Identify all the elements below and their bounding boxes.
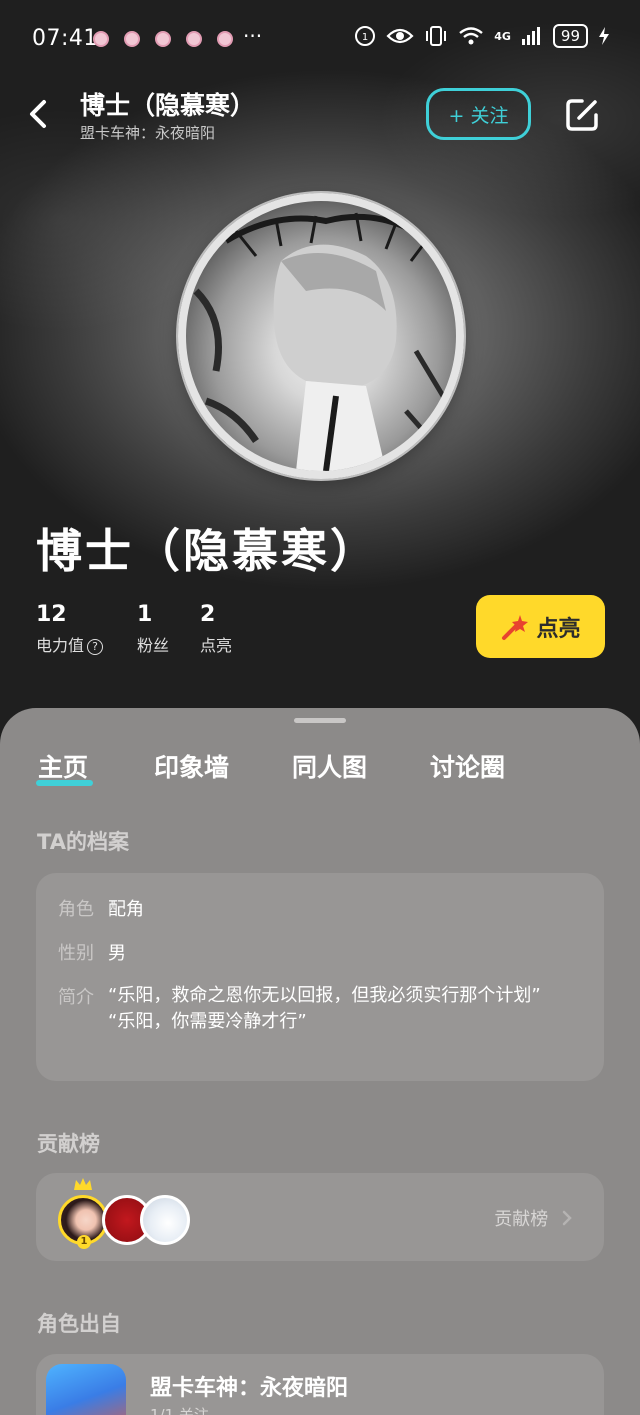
- gender-key: 性别: [58, 943, 94, 964]
- role-key: 角色: [58, 899, 94, 920]
- character-avatar[interactable]: [178, 193, 464, 479]
- content-sheet: 主页 印象墙 同人图 讨论圈 TA的档案 角色 配角 性别男 简介 “乐阳，救命之…: [0, 708, 640, 1415]
- stat-power[interactable]: 电力值?: [36, 632, 104, 656]
- game-icon: [46, 1364, 126, 1415]
- light-up-button[interactable]: 点亮: [476, 595, 605, 658]
- tab-home[interactable]: 主页: [38, 748, 88, 784]
- intro-line: “乐阳，你需要冷静才行”: [108, 1011, 307, 1032]
- gender-value: 男: [108, 943, 126, 964]
- stat-lights-label[interactable]: 点亮: [200, 632, 232, 656]
- back-icon[interactable]: [24, 96, 54, 132]
- sheet-handle[interactable]: [294, 718, 346, 723]
- role-value: 配角: [108, 899, 144, 920]
- data-saver-icon: 1: [355, 26, 376, 46]
- tab-discussion[interactable]: 讨论圈: [430, 748, 505, 784]
- svg-text:1: 1: [362, 32, 368, 43]
- intro-key: 简介: [58, 987, 94, 1008]
- header-title: 博士（隐慕寒）: [80, 91, 256, 120]
- chevron-right-icon: [562, 1210, 572, 1226]
- more-notifications-icon: ···: [243, 24, 263, 48]
- magic-wand-icon: [502, 614, 529, 640]
- eye-comfort-icon: [386, 28, 414, 44]
- tab-impression-wall[interactable]: 印象墙: [154, 748, 229, 784]
- light-up-label: 点亮: [536, 616, 581, 642]
- contributor-avatar[interactable]: [140, 1195, 190, 1245]
- character-portrait-image: [193, 212, 449, 471]
- stat-lights-value: 2: [200, 602, 216, 627]
- help-icon[interactable]: ?: [87, 639, 104, 655]
- charging-icon: [599, 27, 609, 45]
- intro-line: “乐阳，救命之恩你无以回报，但我必须实行那个计划”: [108, 985, 541, 1006]
- wifi-icon: [459, 27, 483, 45]
- follow-button[interactable]: + 关注: [426, 88, 531, 140]
- tab-fan-art[interactable]: 同人图: [292, 748, 367, 784]
- vibrate-icon: [426, 26, 447, 46]
- contribution-card[interactable]: 1 贡献榜: [36, 1173, 604, 1261]
- stat-power-value: 12: [36, 602, 67, 627]
- rank-badge: 1: [77, 1235, 91, 1249]
- archive-heading: TA的档案: [37, 830, 129, 854]
- notification-icon: [155, 31, 171, 47]
- role-row: 角色 配角: [58, 895, 144, 921]
- active-tab-indicator: [36, 780, 93, 786]
- stat-fans-value: 1: [137, 602, 153, 627]
- status-time: 07:41: [32, 26, 98, 51]
- notification-icon: [124, 31, 140, 47]
- contribution-link-label: 贡献榜: [494, 1209, 549, 1230]
- contribution-heading: 贡献榜: [37, 1132, 100, 1156]
- game-title: 盟卡车神：永夜暗阳: [150, 1376, 349, 1401]
- crown-icon: [74, 1178, 92, 1190]
- stat-power-label: 电力值: [36, 636, 85, 655]
- game-subtitle: 1/1 关注: [150, 1406, 209, 1415]
- network-type: 4G: [494, 29, 511, 43]
- gender-row: 性别男: [58, 939, 126, 965]
- status-bar: 07:41 ··· 1 4G 99: [0, 0, 640, 78]
- origin-heading: 角色出自: [37, 1312, 121, 1336]
- origin-game-card[interactable]: 盟卡车神：永夜暗阳 1/1 关注: [36, 1354, 604, 1415]
- intro-text: “乐阳，救命之恩你无以回报，但我必须实行那个计划” “乐阳，你需要冷静才行”: [108, 983, 588, 1035]
- battery-level: 99: [552, 24, 588, 48]
- contribution-link[interactable]: 贡献榜: [494, 1205, 574, 1231]
- notification-icon: [186, 31, 202, 47]
- character-name: 博士（隐慕寒）: [36, 524, 379, 578]
- stat-fans-label[interactable]: 粉丝: [137, 632, 169, 656]
- status-icons: 1 4G 99: [354, 24, 610, 48]
- signal-icon: [521, 27, 540, 45]
- edit-icon[interactable]: [562, 95, 602, 135]
- archive-card: 角色 配角 性别男 简介 “乐阳，救命之恩你无以回报，但我必须实行那个计划” “乐…: [36, 873, 604, 1081]
- header-subtitle[interactable]: 盟卡车神：永夜暗阳: [80, 122, 215, 143]
- notification-icon: [93, 31, 109, 47]
- notification-icon: [217, 31, 233, 47]
